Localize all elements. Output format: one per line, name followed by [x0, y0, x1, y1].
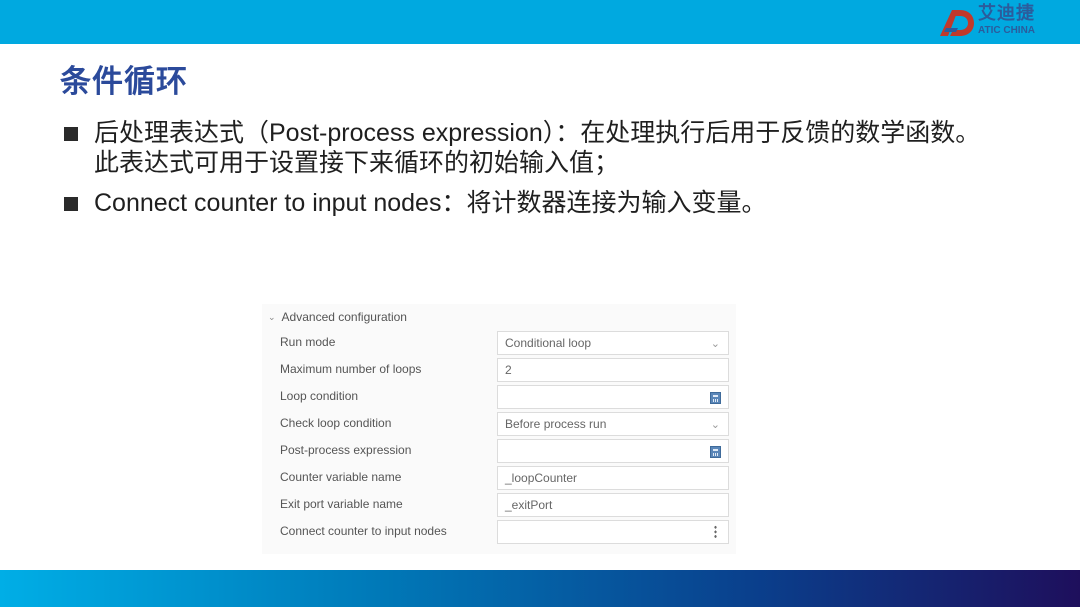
loop-condition-input[interactable] [497, 385, 729, 409]
footer-bar [0, 570, 1080, 607]
exit-port-variable-input[interactable]: _exitPort [497, 493, 729, 517]
chevron-down-icon[interactable]: ⌄ [711, 337, 720, 350]
row-max-loops: Maximum number of loops 2 [262, 358, 736, 382]
connect-counter-field[interactable] [497, 520, 729, 544]
max-loops-input[interactable]: 2 [497, 358, 729, 382]
section-header[interactable]: ⌄ Advanced configuration [268, 308, 407, 326]
field-value: 2 [505, 363, 512, 377]
advanced-configuration-panel: ⌄ Advanced configuration Run mode Condit… [262, 304, 736, 554]
header-bar: 艾迪捷 ATIC CHINA [0, 0, 1080, 44]
row-post-process-expression: Post-process expression [262, 439, 736, 463]
row-counter-variable: Counter variable name _loopCounter [262, 466, 736, 490]
square-bullet-icon [64, 197, 78, 211]
square-bullet-icon [64, 127, 78, 141]
more-vertical-icon[interactable] [714, 525, 717, 539]
row-run-mode: Run mode Conditional loop ⌄ [262, 331, 736, 355]
calculator-icon[interactable] [710, 446, 721, 458]
bullet-item: Connect counter to input nodes：将计数器连接为输入… [62, 188, 982, 218]
field-label: Maximum number of loops [280, 362, 422, 376]
section-title: Advanced configuration [281, 310, 407, 324]
counter-variable-input[interactable]: _loopCounter [497, 466, 729, 490]
field-label: Connect counter to input nodes [280, 524, 447, 538]
field-value: _exitPort [505, 498, 553, 512]
calculator-icon[interactable] [710, 392, 721, 404]
field-value: Conditional loop [505, 336, 592, 350]
check-loop-condition-select[interactable]: Before process run ⌄ [497, 412, 729, 436]
chevron-down-icon[interactable]: ⌄ [268, 312, 276, 323]
field-value: _loopCounter [505, 471, 578, 485]
bullet-item: 后处理表达式（Post-process expression）：在处理执行后用于… [62, 118, 982, 178]
row-loop-condition: Loop condition [262, 385, 736, 409]
run-mode-select[interactable]: Conditional loop ⌄ [497, 331, 729, 355]
logo-english-name: ATIC CHINA [978, 25, 1036, 36]
logo-chinese-name: 艾迪捷 [978, 3, 1035, 24]
bullet-list: 后处理表达式（Post-process expression）：在处理执行后用于… [62, 118, 982, 228]
field-label: Exit port variable name [280, 497, 403, 511]
field-label: Run mode [280, 335, 336, 349]
row-check-loop-condition: Check loop condition Before process run … [262, 412, 736, 436]
row-connect-counter: Connect counter to input nodes [262, 520, 736, 544]
field-label: Check loop condition [280, 416, 392, 430]
field-label: Post-process expression [280, 443, 412, 457]
bullet-text: Connect counter to input nodes：将计数器连接为输入… [94, 189, 767, 217]
row-exit-port-variable: Exit port variable name _exitPort [262, 493, 736, 517]
chevron-down-icon[interactable]: ⌄ [711, 418, 720, 431]
bullet-text: 后处理表达式（Post-process expression）：在处理执行后用于… [94, 119, 981, 177]
post-process-expression-input[interactable] [497, 439, 729, 463]
ad-logo-icon [940, 10, 974, 36]
page-title: 条件循环 [60, 64, 188, 100]
field-label: Loop condition [280, 389, 359, 403]
field-value: Before process run [505, 417, 607, 431]
company-logo: 艾迪捷 ATIC CHINA [938, 4, 1050, 38]
field-label: Counter variable name [280, 470, 402, 484]
